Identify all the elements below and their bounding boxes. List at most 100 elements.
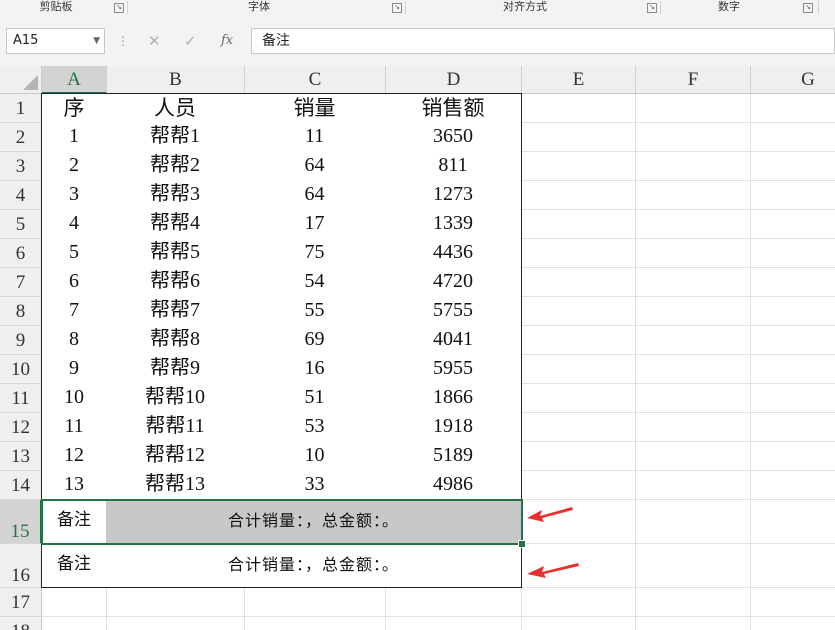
- table-cell[interactable]: 55: [244, 296, 386, 326]
- name-box[interactable]: A15 ▼: [6, 28, 105, 54]
- table-cell[interactable]: 帮帮6: [106, 267, 245, 297]
- table-cell[interactable]: 1339: [385, 209, 522, 239]
- row-header-7[interactable]: 7: [0, 268, 42, 297]
- row-header-8[interactable]: 8: [0, 297, 42, 326]
- table-cell[interactable]: 11: [244, 122, 386, 152]
- row-header-3[interactable]: 3: [0, 152, 42, 181]
- more-options-icon[interactable]: ⋮: [117, 35, 129, 47]
- row-header-17[interactable]: 17: [0, 588, 42, 617]
- table-cell[interactable]: 4720: [385, 267, 522, 297]
- row-header-1[interactable]: 1: [0, 94, 42, 123]
- table-cell[interactable]: 帮帮13: [106, 470, 245, 500]
- row-header-10[interactable]: 10: [0, 355, 42, 384]
- table-cell[interactable]: 8: [41, 325, 107, 355]
- table-cell[interactable]: 5955: [385, 354, 522, 384]
- table-cell[interactable]: 1918: [385, 412, 522, 442]
- table-cell[interactable]: 13: [41, 470, 107, 500]
- font-launcher-icon[interactable]: ↘: [392, 3, 402, 13]
- table-cell[interactable]: 7: [41, 296, 107, 326]
- row-header-15[interactable]: 15: [0, 500, 42, 544]
- table-header-cell[interactable]: 销量: [244, 93, 386, 123]
- spreadsheet-grid[interactable]: ABCDEFG 123456789101112131415161718 序人员销…: [0, 66, 835, 630]
- merged-summary-cell[interactable]: 合计销量：，总金额：。: [106, 499, 522, 544]
- row-header-13[interactable]: 13: [0, 442, 42, 471]
- table-cell[interactable]: 6: [41, 267, 107, 297]
- table-cell[interactable]: 1866: [385, 383, 522, 413]
- ribbon-group-clipboard: 剪贴板: [39, 0, 73, 13]
- table-cell[interactable]: 811: [385, 151, 522, 181]
- table-header-cell[interactable]: 序: [41, 93, 107, 123]
- table-cell[interactable]: 4436: [385, 238, 522, 268]
- table-cell[interactable]: 3650: [385, 122, 522, 152]
- table-cell[interactable]: 帮帮9: [106, 354, 245, 384]
- table-cell[interactable]: 5755: [385, 296, 522, 326]
- table-cell[interactable]: 2: [41, 151, 107, 181]
- table-cell[interactable]: 69: [244, 325, 386, 355]
- table-cell[interactable]: 11: [41, 412, 107, 442]
- column-header-b[interactable]: B: [107, 66, 245, 94]
- table-cell[interactable]: 10: [244, 441, 386, 471]
- table-cell[interactable]: 12: [41, 441, 107, 471]
- row-header-11[interactable]: 11: [0, 384, 42, 413]
- table-cell[interactable]: 3: [41, 180, 107, 210]
- column-header-g[interactable]: G: [751, 66, 835, 94]
- number-launcher-icon[interactable]: ↘: [803, 3, 813, 13]
- insert-function-icon[interactable]: fx: [221, 32, 233, 50]
- row-header-4[interactable]: 4: [0, 181, 42, 210]
- table-cell[interactable]: 帮帮1: [106, 122, 245, 152]
- table-cell[interactable]: 54: [244, 267, 386, 297]
- row-header-6[interactable]: 6: [0, 239, 42, 268]
- table-cell[interactable]: 帮帮10: [106, 383, 245, 413]
- note-label-cell[interactable]: 备注: [41, 499, 107, 544]
- column-header-f[interactable]: F: [636, 66, 751, 94]
- table-cell[interactable]: 帮帮3: [106, 180, 245, 210]
- table-cell[interactable]: 33: [244, 470, 386, 500]
- table-cell[interactable]: 4986: [385, 470, 522, 500]
- table-header-cell[interactable]: 销售额: [385, 93, 522, 123]
- row-header-16[interactable]: 16: [0, 544, 42, 588]
- column-header-e[interactable]: E: [522, 66, 636, 94]
- row-header-14[interactable]: 14: [0, 471, 42, 500]
- column-header-a[interactable]: A: [42, 66, 107, 94]
- merged-summary-cell[interactable]: 合计销量：，总金额：。: [106, 543, 522, 588]
- row-header-12[interactable]: 12: [0, 413, 42, 442]
- row-header-9[interactable]: 9: [0, 326, 42, 355]
- table-cell[interactable]: 帮帮7: [106, 296, 245, 326]
- row-header-18[interactable]: 18: [0, 617, 42, 630]
- table-cell[interactable]: 51: [244, 383, 386, 413]
- table-cell[interactable]: 10: [41, 383, 107, 413]
- table-cell[interactable]: 帮帮8: [106, 325, 245, 355]
- enter-check-icon[interactable]: ✓: [184, 32, 197, 50]
- chevron-down-icon[interactable]: ▼: [93, 29, 100, 53]
- table-header-cell[interactable]: 人员: [106, 93, 245, 123]
- table-cell[interactable]: 16: [244, 354, 386, 384]
- clipboard-launcher-icon[interactable]: ↘: [114, 3, 124, 13]
- column-header-d[interactable]: D: [386, 66, 522, 94]
- table-cell[interactable]: 1: [41, 122, 107, 152]
- column-header-c[interactable]: C: [245, 66, 386, 94]
- table-cell[interactable]: 64: [244, 151, 386, 181]
- table-cell[interactable]: 64: [244, 180, 386, 210]
- table-cell[interactable]: 帮帮2: [106, 151, 245, 181]
- table-cell[interactable]: 4041: [385, 325, 522, 355]
- table-cell[interactable]: 17: [244, 209, 386, 239]
- table-cell[interactable]: 帮帮12: [106, 441, 245, 471]
- table-cell[interactable]: 帮帮4: [106, 209, 245, 239]
- formula-input[interactable]: 备注: [251, 28, 835, 54]
- select-all-button[interactable]: [0, 66, 42, 94]
- table-cell[interactable]: 4: [41, 209, 107, 239]
- table-cell[interactable]: 9: [41, 354, 107, 384]
- row-header-5[interactable]: 5: [0, 210, 42, 239]
- table-cell[interactable]: 5189: [385, 441, 522, 471]
- cancel-icon[interactable]: ✕: [148, 32, 161, 50]
- alignment-launcher-icon[interactable]: ↘: [647, 3, 657, 13]
- note-label-cell[interactable]: 备注: [41, 543, 107, 588]
- table-cell[interactable]: 53: [244, 412, 386, 442]
- table-cell[interactable]: 75: [244, 238, 386, 268]
- fill-handle[interactable]: [518, 540, 526, 548]
- table-cell[interactable]: 帮帮11: [106, 412, 245, 442]
- table-cell[interactable]: 1273: [385, 180, 522, 210]
- row-header-2[interactable]: 2: [0, 123, 42, 152]
- table-cell[interactable]: 5: [41, 238, 107, 268]
- table-cell[interactable]: 帮帮5: [106, 238, 245, 268]
